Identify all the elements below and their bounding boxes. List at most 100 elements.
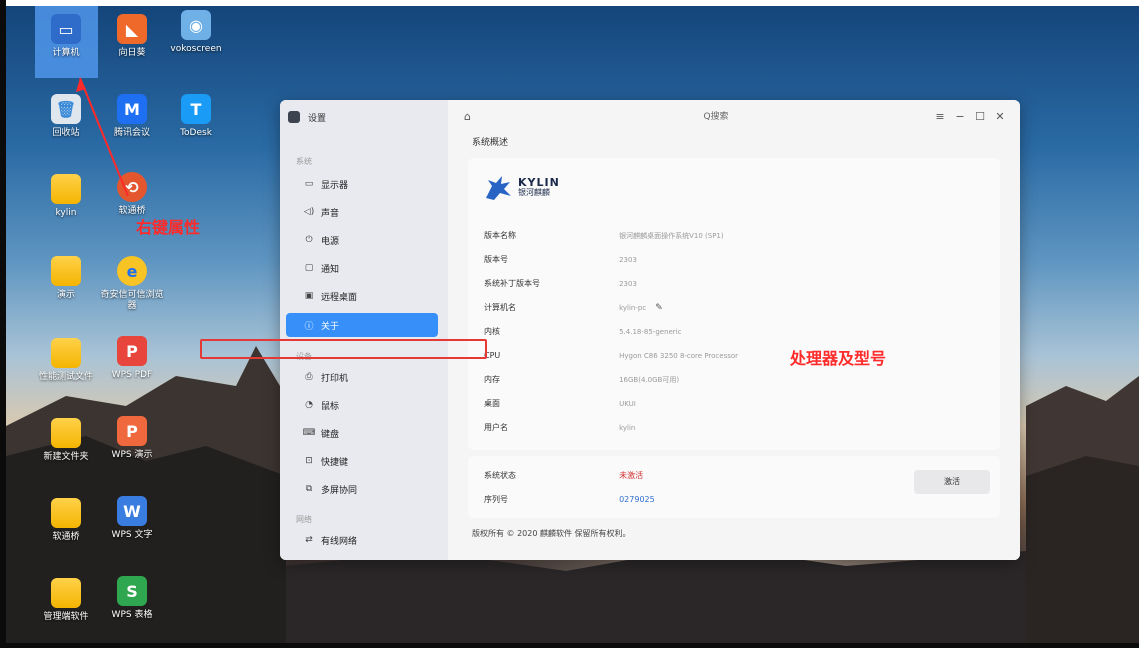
info-value: Hygon C86 3250 8-core Processor: [619, 352, 739, 360]
sidebar-group-network: 网络: [296, 515, 312, 524]
desktop-icon-softbridge-folder[interactable]: 软通桥: [33, 498, 99, 543]
wps-writer-icon: W: [117, 496, 147, 526]
desktop-icon-tencent-meeting[interactable]: M 腾讯会议: [99, 94, 165, 139]
info-value: kylin-pc: [619, 304, 647, 312]
desktop-icon-wps-presentation[interactable]: P WPS 演示: [99, 416, 165, 461]
monitor-icon: ▭: [304, 179, 314, 189]
desktop-icon-softbridge[interactable]: ⟲ 软通桥: [99, 172, 165, 217]
info-icon: ⓘ: [304, 321, 314, 332]
info-key: 内存: [484, 375, 500, 384]
desktop-icon-wps-writer[interactable]: W WPS 文字: [99, 496, 165, 541]
settings-window: 设置 系统 ▭ 显示器 ◁) 声音 ⏻ 电源 ▢ 通知 ▣ 远程桌面 ⓘ 关于: [280, 100, 1020, 560]
sidebar-item-about[interactable]: ⓘ 关于: [286, 313, 438, 337]
speaker-icon: ◁): [303, 207, 315, 217]
desktop-icon-wps-pdf[interactable]: P WPS PDF: [99, 336, 165, 381]
info-value: 16GB(4.0GB可用): [619, 376, 680, 384]
sidebar-item-shortcut[interactable]: ⊡ 快捷键: [286, 450, 438, 472]
sidebar-item-label: 显示器: [321, 180, 349, 191]
info-value: 2303: [619, 256, 637, 264]
desktop-icon-label: 软通桥: [52, 532, 80, 542]
folder-icon: [51, 338, 81, 368]
maximize-icon[interactable]: ☐: [970, 108, 990, 126]
sidebar-item-label: 通知: [321, 264, 340, 275]
sidebar-item-power[interactable]: ⏻ 电源: [286, 229, 438, 251]
home-icon[interactable]: ⌂: [464, 110, 471, 123]
screen-border-bottom: [0, 643, 1139, 648]
info-value: 2303: [619, 280, 637, 288]
settings-app-icon: [288, 111, 300, 123]
search-placeholder: Q搜索: [703, 112, 729, 122]
desktop-icon-wps-spreadsheet[interactable]: S WPS 表格: [99, 576, 165, 621]
info-value: UKUI: [619, 400, 636, 408]
desktop-icon-label: WPS PDF: [111, 370, 153, 380]
desktop-icon-browser[interactable]: e 奇安信可信浏览器: [99, 256, 165, 312]
edit-pen-icon[interactable]: ✎: [655, 303, 663, 313]
sidebar-item-sound[interactable]: ◁) 声音: [286, 201, 438, 223]
info-row-patch-version: 系统补丁版本号 2303: [484, 272, 984, 290]
folder-icon: [51, 256, 81, 286]
desktop-icon-admin-folder[interactable]: 管理端软件: [33, 578, 99, 623]
info-key: 系统补丁版本号: [484, 279, 540, 288]
notification-icon: ▢: [304, 263, 314, 273]
menu-icon[interactable]: ≡: [930, 108, 950, 126]
system-info-card: KYLIN 银河麒麟 版本名称 银河麒麟桌面操作系统V10 (SP1) 版本号 …: [468, 158, 1000, 450]
sidebar-item-remote-desktop[interactable]: ▣ 远程桌面: [286, 285, 438, 307]
sidebar-item-wired-network[interactable]: ⇄ 有线网络: [286, 529, 438, 551]
wired-network-icon: ⇄: [305, 535, 313, 545]
desktop-icon-trash[interactable]: 🗑 回收站: [33, 94, 99, 139]
activate-button[interactable]: 激活: [914, 470, 990, 494]
info-row-version: 版本号 2303: [484, 248, 984, 266]
serial-row: 序列号 0279025: [484, 488, 655, 506]
info-value: kylin: [619, 424, 636, 432]
folder-icon: [51, 418, 81, 448]
window-titlebar: ⌂ Q搜索 ≡ − ☐ ✕: [448, 100, 1020, 134]
kylin-logo: KYLIN 银河麒麟: [484, 174, 560, 202]
close-icon[interactable]: ✕: [990, 108, 1010, 126]
desktop-icon-label: 演示: [56, 290, 75, 300]
search-input[interactable]: Q搜索: [628, 108, 804, 126]
minimize-icon[interactable]: −: [950, 108, 970, 126]
section-title: 系统概述: [472, 138, 509, 148]
desktop-icon-todesk[interactable]: T ToDesk: [163, 94, 229, 139]
sidebar-item-keyboard[interactable]: ⌨ 键盘: [286, 422, 438, 444]
desktop-icon-computer[interactable]: ▭ 计算机: [33, 14, 99, 59]
sidebar-item-display[interactable]: ▭ 显示器: [286, 173, 438, 195]
remote-desktop-icon: ▣: [304, 291, 314, 301]
sunflower-icon: ◣: [117, 14, 147, 44]
desktop-icon-kylin-folder[interactable]: kylin: [33, 174, 99, 219]
desktop-icon-label: 向日葵: [118, 48, 146, 58]
sidebar-item-label: 电源: [321, 236, 340, 247]
info-row-kernel: 内核 5.4.18-85-generic: [484, 320, 984, 338]
info-key: 内核: [484, 327, 500, 336]
sidebar-item-multiscreen[interactable]: ⧉ 多屏协同: [286, 478, 438, 500]
logo-text-cn: 银河麒麟: [518, 188, 550, 197]
info-key: CPU: [484, 351, 501, 360]
info-key: 版本号: [484, 255, 508, 264]
sidebar-item-notification[interactable]: ▢ 通知: [286, 257, 438, 279]
annotation-cpu: 处理器及型号: [790, 349, 887, 368]
desktop-icon-sunflower[interactable]: ◣ 向日葵: [99, 14, 165, 59]
sidebar-item-label: 远程桌面: [321, 292, 358, 303]
desktop-icon-vokoscreen[interactable]: ◉ vokoscreen: [163, 10, 229, 55]
sidebar-header: 设置: [280, 100, 448, 134]
desktop-icon-label: 回收站: [52, 128, 80, 138]
wps-presentation-icon: P: [117, 416, 147, 446]
mouse-icon: ◔: [305, 400, 313, 410]
kylin-logo-icon: [486, 176, 511, 200]
sidebar-item-label: 声音: [321, 208, 340, 219]
trash-icon: 🗑: [51, 94, 81, 124]
desktop-icon-label: 性能测试文件: [38, 372, 93, 382]
desktop-icon-label: 新建文件夹: [43, 452, 89, 462]
desktop-icon-perf-folder[interactable]: 性能测试文件: [33, 338, 99, 383]
serial-number-link[interactable]: 0279025: [619, 495, 655, 504]
sidebar-item-mouse[interactable]: ◔ 鼠标: [286, 394, 438, 416]
wps-pdf-icon: P: [117, 336, 147, 366]
keyboard-icon: ⌨: [302, 428, 316, 438]
settings-main-panel: ⌂ Q搜索 ≡ − ☐ ✕ 系统概述 KYLIN 银河麒麟 版本名称 银河麒麟桌…: [448, 100, 1020, 560]
sidebar-item-printer[interactable]: ⎙ 打印机: [286, 366, 438, 388]
status-row: 系统状态 未激活: [484, 464, 643, 482]
desktop-icon-label: WPS 表格: [111, 610, 153, 620]
tencent-meeting-icon: M: [117, 94, 147, 124]
desktop-icon-demo-folder[interactable]: 演示: [33, 256, 99, 301]
desktop-icon-new-folder[interactable]: 新建文件夹: [33, 418, 99, 463]
